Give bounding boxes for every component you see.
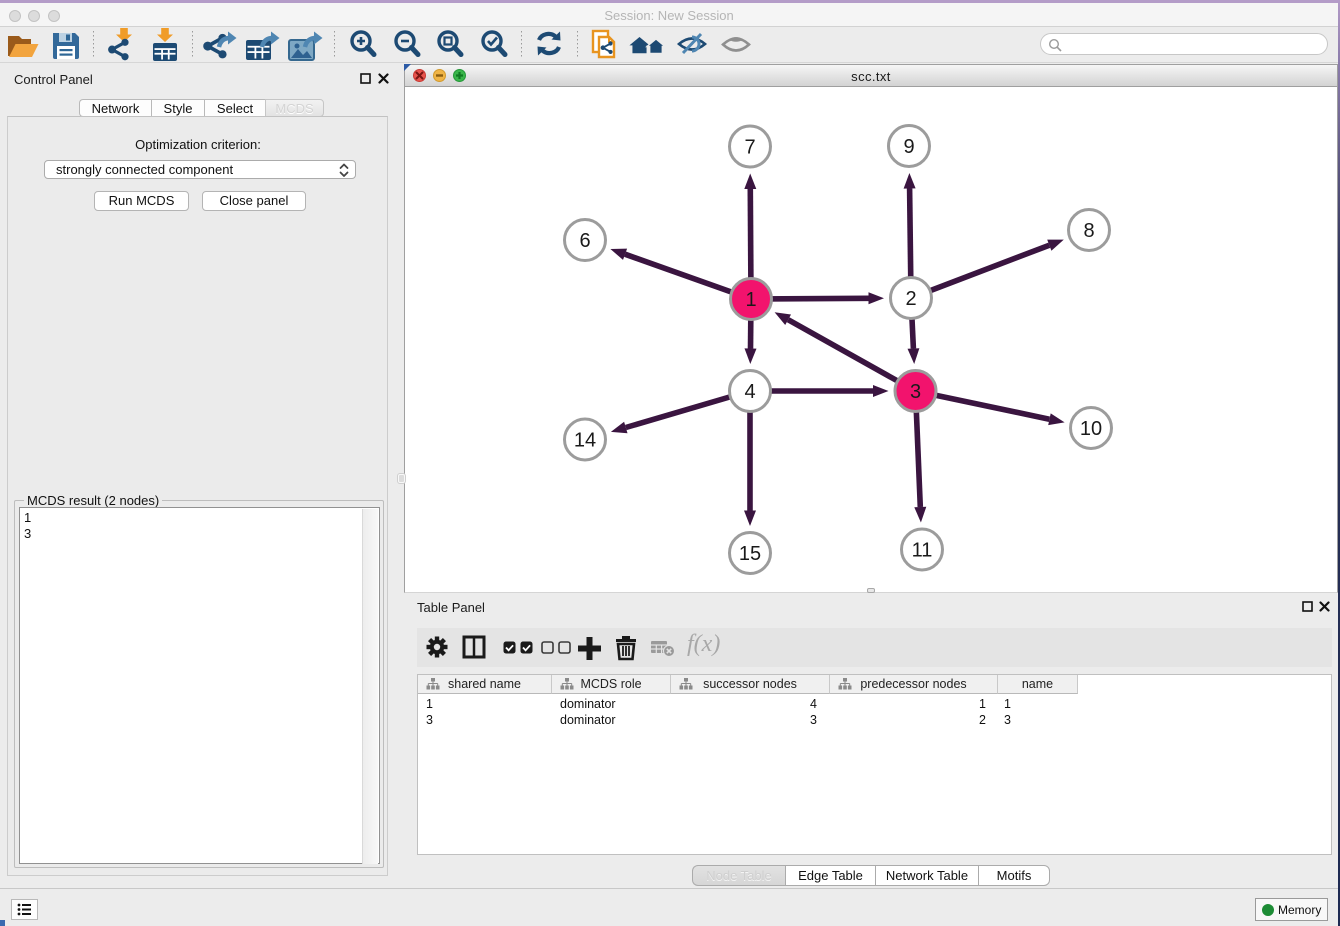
svg-text:1: 1 — [745, 289, 756, 311]
svg-text:11: 11 — [912, 540, 933, 562]
svg-text:10: 10 — [1080, 418, 1102, 440]
svg-text:14: 14 — [574, 430, 596, 452]
svg-text:9: 9 — [903, 136, 914, 158]
svg-text:4: 4 — [744, 381, 755, 403]
svg-text:3: 3 — [910, 381, 921, 403]
svg-text:6: 6 — [579, 230, 590, 252]
svg-text:2: 2 — [905, 288, 916, 310]
svg-text:15: 15 — [739, 543, 761, 565]
svg-text:8: 8 — [1083, 220, 1094, 242]
svg-text:7: 7 — [744, 137, 755, 159]
